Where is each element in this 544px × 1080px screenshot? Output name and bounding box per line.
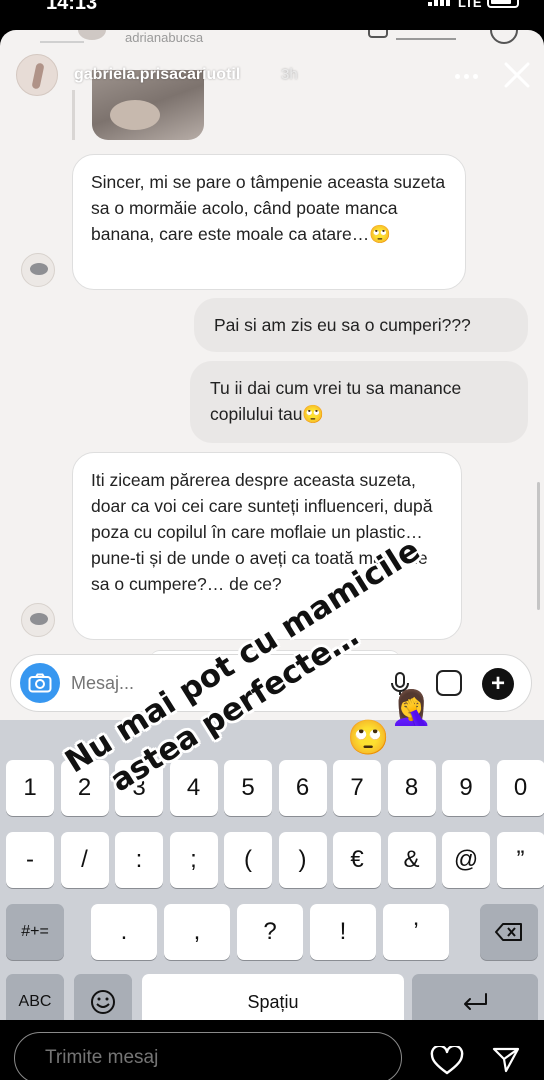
status-time: 14:13 (46, 0, 98, 14)
eye-roll-sticker: 🙄 (347, 719, 390, 757)
sender-avatar[interactable] (21, 603, 55, 637)
story-username[interactable]: gabriela.prisacariuotil (74, 66, 240, 84)
key[interactable]: ” (496, 832, 544, 888)
key[interactable]: 1 (6, 760, 54, 816)
key-abc[interactable]: ABC (6, 974, 64, 1020)
key[interactable]: 5 (224, 760, 272, 816)
key[interactable]: 3 (115, 760, 163, 816)
key[interactable]: , (164, 904, 230, 960)
add-button[interactable]: + (482, 668, 514, 700)
key[interactable]: @ (442, 832, 490, 888)
key-backspace[interactable] (480, 904, 538, 960)
previous-story-header: adrianabucsa (0, 30, 544, 50)
message-incoming[interactable]: Sincer, mi se pare o tâmpenie aceasta su… (72, 154, 466, 290)
key[interactable]: : (115, 832, 163, 888)
more-options-icon[interactable] (452, 64, 480, 88)
gallery-icon[interactable] (436, 670, 462, 696)
key[interactable]: 0 (496, 760, 544, 816)
divider (396, 38, 456, 40)
message-input[interactable] (71, 673, 311, 694)
key[interactable]: / (60, 832, 109, 888)
message-outgoing[interactable]: Pai si am zis eu sa o cumperi??? (194, 298, 528, 352)
key[interactable]: . (91, 904, 157, 960)
key[interactable]: ! (310, 904, 376, 960)
story-reply-bar (0, 1020, 544, 1080)
emoji-icon (91, 990, 115, 1014)
message-outgoing[interactable]: Tu ii dai cum vrei tu sa manance copilul… (190, 361, 528, 443)
divider (40, 41, 84, 43)
close-icon[interactable] (500, 58, 534, 92)
camera-icon (28, 673, 52, 693)
key[interactable]: 6 (278, 760, 327, 816)
key[interactable]: 9 (442, 760, 490, 816)
key[interactable]: ’ (383, 904, 449, 960)
reply-input[interactable] (14, 1032, 402, 1080)
previous-story-username: adrianabucsa (125, 30, 204, 45)
reply-quote-bar (72, 90, 75, 140)
story-avatar[interactable] (16, 54, 58, 96)
status-bar: 14:13 LTE (0, 0, 544, 14)
compose-bar: + (10, 654, 532, 712)
key[interactable]: & (387, 832, 436, 888)
send-icon[interactable] (492, 1046, 520, 1074)
key[interactable]: ) (278, 832, 327, 888)
backspace-icon (495, 923, 522, 941)
key[interactable]: - (6, 832, 54, 888)
key[interactable]: 2 (60, 760, 109, 816)
key[interactable]: 8 (387, 760, 436, 816)
return-icon (464, 993, 487, 1010)
heart-icon[interactable] (430, 1046, 464, 1076)
key[interactable]: ? (237, 904, 303, 960)
key-return[interactable] (412, 974, 538, 1020)
key[interactable]: ( (224, 832, 272, 888)
network-label: LTE (458, 0, 482, 10)
key[interactable]: 4 (169, 760, 218, 816)
key-emoji[interactable] (74, 974, 132, 1020)
story-time: 3h (281, 66, 298, 83)
key[interactable]: € (333, 832, 381, 888)
message-incoming[interactable]: Iti ziceam părerea despre aceasta suzeta… (72, 452, 462, 640)
circle-icon (490, 30, 518, 44)
sender-avatar[interactable] (21, 253, 55, 287)
key[interactable]: 7 (333, 760, 381, 816)
key-space[interactable]: Spațiu (142, 974, 404, 1020)
key-symbols-toggle[interactable]: #+= (6, 904, 64, 960)
square-icon (368, 30, 388, 38)
previous-story-avatar (78, 30, 106, 40)
facepalm-sticker: 🤦‍♀️ (390, 689, 433, 727)
battery-icon (487, 0, 519, 8)
scrollbar[interactable] (537, 482, 540, 610)
camera-button[interactable] (20, 663, 60, 703)
signal-icon (428, 0, 450, 6)
key[interactable]: ; (169, 832, 218, 888)
keyboard: 1234567890 - /:;() € & @” #+= .,?!’ ABC Spaț… (0, 720, 544, 1020)
story-frame[interactable]: adrianabucsa gabriela.prisacariuotil 3h … (0, 30, 544, 1020)
